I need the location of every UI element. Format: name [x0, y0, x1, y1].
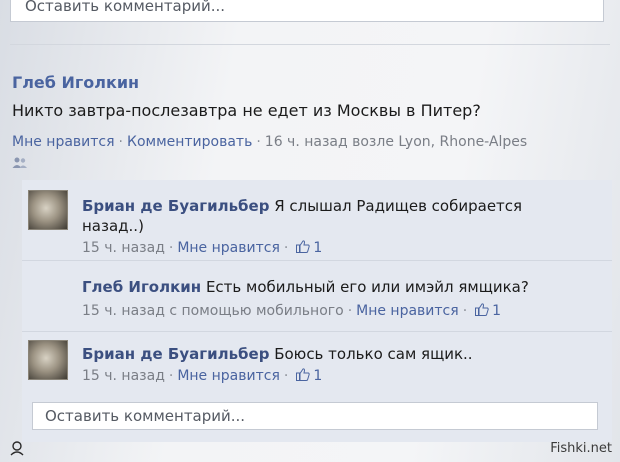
comment-time: 15 ч. назад [82, 368, 165, 384]
avatar[interactable] [28, 340, 68, 380]
separator: · [283, 240, 289, 256]
avatar[interactable] [28, 190, 68, 230]
comment-author[interactable]: Бриан де Буагильбер [82, 197, 269, 215]
separator: · [256, 134, 261, 150]
top-comment-input[interactable]: Оставить комментарий... [10, 0, 604, 22]
post-time: 16 ч. назад возле Lyon, Rhone-Alpes [264, 134, 528, 150]
screen: Оставить комментарий... Глеб Иголкин Ник… [0, 0, 620, 462]
separator: · [462, 303, 468, 319]
like-count[interactable]: 1 [313, 240, 322, 256]
watermark: Fishki.net [550, 441, 612, 456]
separator: · [168, 240, 174, 256]
comment-text-continued: назад..) [82, 217, 144, 235]
comment-meta: 15 ч. назад с помощью мобильного · Мне нра… [82, 303, 501, 319]
comments-section: Бриан де Буагильбер Я слышал Радищев соб… [22, 180, 612, 442]
comment-meta: 15 ч. назад · Мне нравится · 1 [82, 368, 322, 384]
post-like-link[interactable]: Мне нравится [12, 134, 115, 150]
thumbs-up-icon[interactable] [475, 303, 489, 316]
comment-body: Бриан де Буагильбер Боюсь только сам ящи… [82, 344, 582, 364]
like-count[interactable]: 1 [492, 303, 501, 319]
top-comment-placeholder: Оставить комментарий... [25, 0, 226, 15]
like-count[interactable]: 1 [313, 368, 322, 384]
thumbs-up-icon[interactable] [296, 368, 310, 381]
comment-text: Я слышал Радищев собирается [274, 197, 523, 215]
separator: · [118, 134, 123, 150]
comment-author[interactable]: Глеб Иголкин [82, 278, 201, 296]
people-icon[interactable] [12, 157, 28, 169]
comment-author[interactable]: Бриан де Буагильбер [82, 345, 269, 363]
comment-text: Есть мобильный его или имэйл ямщика? [205, 278, 529, 296]
comment-like-link[interactable]: Мне нравится [177, 368, 280, 384]
post-comment-link[interactable]: Комментировать [127, 134, 252, 150]
fishki-logo-icon [10, 441, 24, 456]
comment-time: 15 ч. назад [82, 240, 165, 256]
thumbs-up-icon[interactable] [296, 240, 310, 253]
separator: · [347, 303, 353, 319]
separator: · [168, 368, 174, 384]
comment-time: 15 ч. назад с помощью мобильного [82, 303, 344, 319]
reply-comment-input[interactable]: Оставить комментарий... [32, 402, 598, 430]
post-meta: Мне нравится · Комментировать · 16 ч. назад … [12, 134, 527, 150]
divider [10, 44, 610, 45]
comment-like-link[interactable]: Мне нравится [177, 240, 280, 256]
comment-like-link[interactable]: Мне нравится [356, 303, 459, 319]
comment-item: Глеб Иголкин Есть мобильный его или имэй… [22, 261, 612, 331]
comment-item: Бриан де Буагильбер Я слышал Радищев соб… [22, 180, 612, 260]
comment-item: Бриан де Буагильбер Боюсь только сам ящи… [22, 332, 612, 394]
comment-meta: 15 ч. назад · Мне нравится · 1 [82, 240, 322, 256]
post-text: Никто завтра-послезавтра не едет из Моск… [12, 101, 481, 120]
reply-placeholder: Оставить комментарий... [45, 407, 246, 425]
comment-body: Глеб Иголкин Есть мобильный его или имэй… [82, 277, 582, 297]
post-author[interactable]: Глеб Иголкин [12, 73, 139, 92]
comment-body: Бриан де Буагильбер Я слышал Радищев соб… [82, 196, 582, 236]
comment-text: Боюсь только сам ящик.. [274, 345, 473, 363]
separator: · [283, 368, 289, 384]
